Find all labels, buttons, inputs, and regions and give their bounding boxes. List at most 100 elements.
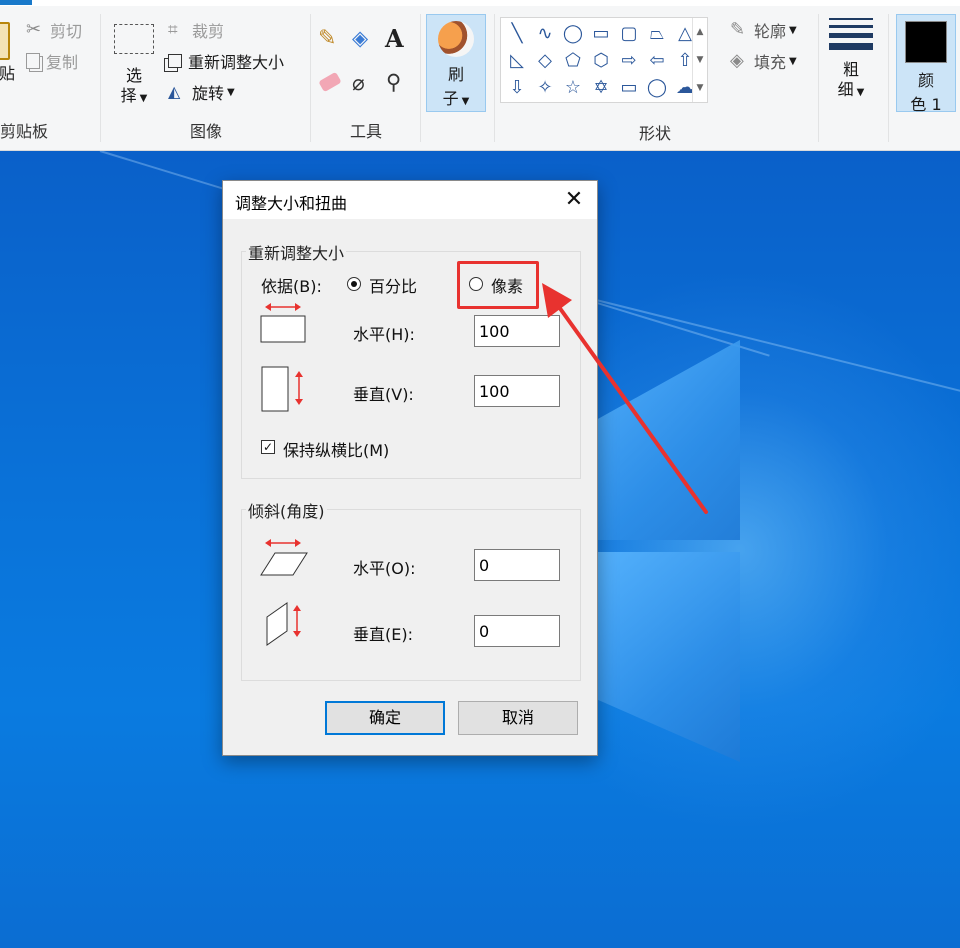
dropdown-arrow-icon: ▼ <box>789 55 797 67</box>
copy-label: 复制 <box>46 53 79 72</box>
annotation-highlight-box <box>457 261 539 309</box>
copy-button[interactable]: 复制 <box>26 49 78 73</box>
select-label-2: 择 <box>120 86 137 105</box>
expand-icon[interactable]: ▼ <box>693 74 707 102</box>
paste-button[interactable]: 贴 <box>0 22 16 84</box>
image-group-label: 图像 <box>189 122 222 141</box>
eraser-icon[interactable] <box>318 71 342 93</box>
size-label-1: 粗 <box>842 60 859 79</box>
color1-swatch <box>905 21 947 63</box>
skew-vertical-input[interactable] <box>474 615 560 647</box>
rotate-icon: ◭ <box>168 82 181 101</box>
magnifier-icon[interactable]: ⚲ <box>386 70 401 94</box>
image-group: 选 择 ▼ ⌗ 裁剪 重新调整大小 ◭ 旋转 ▼ 图像 <box>102 8 310 148</box>
pencil-icon[interactable]: ✎ <box>318 26 336 51</box>
resize-icon <box>168 54 182 68</box>
skew-horizontal-label: 水平(O): <box>353 559 416 578</box>
crop-label: 裁剪 <box>192 22 225 41</box>
clipboard-group-label: 剪贴板 <box>0 122 49 141</box>
percent-radio-option[interactable]: 百分比 <box>347 273 427 297</box>
shapes-gallery[interactable]: ╲ ∿ ◯ ▭ ▢ ⏢ △ ◺ ◇ ⬠ ⬡ ⇨ ⇦ ⇧ ⇩ ✧ ☆ ✡ ▭ ◯ … <box>500 17 708 103</box>
oval-shape-icon[interactable]: ◯ <box>559 20 587 47</box>
right-triangle-shape-icon[interactable]: ◺ <box>503 47 531 74</box>
hexagon-shape-icon[interactable]: ⬡ <box>587 47 615 74</box>
vertical-resize-icon <box>261 366 303 412</box>
crop-icon: ⌗ <box>168 20 178 40</box>
resize-label: 重新调整大小 <box>188 53 285 72</box>
polygon-shape-icon[interactable]: ⏢ <box>643 20 671 47</box>
color1-label-2: 色 1 <box>910 95 942 114</box>
left-arrow-shape-icon[interactable]: ⇦ <box>643 47 671 74</box>
rotate-label: 旋转 <box>192 84 225 103</box>
shapes-group-label: 形状 <box>638 124 671 143</box>
rounded-rectangle-shape-icon[interactable]: ▢ <box>615 20 643 47</box>
cancel-button[interactable]: 取消 <box>458 701 578 735</box>
dropdown-arrow-icon: ▼ <box>856 87 865 98</box>
dialog-titlebar[interactable]: 调整大小和扭曲 ✕ <box>223 181 597 219</box>
resize-vertical-input[interactable] <box>474 375 560 407</box>
color-picker-icon[interactable]: ⌀ <box>352 71 365 95</box>
horizontal-skew-icon <box>260 539 308 576</box>
shapes-scrollbar[interactable]: ▲ ▼ ▼ <box>692 18 707 102</box>
line-size-icon <box>829 18 873 50</box>
fill-bucket-icon[interactable]: ◈ <box>352 26 368 50</box>
resize-button[interactable]: 重新调整大小 <box>168 49 284 73</box>
tools-group: ✎ ◈ A ⌀ ⚲ 工具 <box>312 8 420 148</box>
resize-skew-dialog: 调整大小和扭曲 ✕ 重新调整大小 依据(B): 百分比 像素 水平(H): 垂直… <box>222 180 598 756</box>
resize-horizontal-input[interactable] <box>474 315 560 347</box>
pentagon-shape-icon[interactable]: ⬠ <box>559 47 587 74</box>
paste-icon <box>0 22 10 60</box>
vertical-skew-icon <box>266 602 301 646</box>
select-button[interactable]: 选 择 ▼ <box>112 24 156 109</box>
color1-button[interactable]: 颜 色 1 <box>896 14 956 114</box>
keep-ratio-label: 保持纵横比(M) <box>283 441 390 460</box>
outline-button[interactable]: ✎ 轮廓 ▼ <box>730 18 797 42</box>
text-tool-icon[interactable]: A <box>385 24 404 53</box>
fill-icon: ◈ <box>730 50 744 71</box>
brush-button[interactable]: 刷 子 ▼ <box>426 14 486 112</box>
resize-vertical-label: 垂直(V): <box>353 385 414 404</box>
select-label-1: 选 <box>125 66 142 85</box>
outline-label: 轮廓 <box>754 22 787 41</box>
copy-icon <box>26 53 40 69</box>
ribbon: 贴 ✂ 剪切 复制 剪贴板 选 择 ▼ ⌗ 裁剪 重新调整大小 ◭ 旋转 ▼ 图… <box>0 0 960 151</box>
five-point-star-shape-icon[interactable]: ☆ <box>559 74 587 101</box>
clipboard-group: 贴 ✂ 剪切 复制 剪贴板 <box>0 8 100 148</box>
group-divider <box>818 14 819 142</box>
keep-ratio-checkbox[interactable]: ✓ <box>261 440 275 454</box>
down-arrow-shape-icon[interactable]: ⇩ <box>503 74 531 101</box>
rotate-button[interactable]: ◭ 旋转 ▼ <box>168 80 235 104</box>
by-label: 依据(B): <box>261 277 322 296</box>
scroll-up-icon[interactable]: ▲ <box>693 18 707 46</box>
select-icon <box>114 24 154 54</box>
group-divider <box>420 14 421 142</box>
four-point-star-shape-icon[interactable]: ✧ <box>531 74 559 101</box>
six-point-star-shape-icon[interactable]: ✡ <box>587 74 615 101</box>
right-arrow-shape-icon[interactable]: ⇨ <box>615 47 643 74</box>
percent-radio[interactable] <box>347 277 361 291</box>
tools-group-label: 工具 <box>349 122 382 141</box>
curve-shape-icon[interactable]: ∿ <box>531 20 559 47</box>
line-shape-icon[interactable]: ╲ <box>503 20 531 47</box>
scroll-down-icon[interactable]: ▼ <box>693 46 707 74</box>
resize-horizontal-label: 水平(H): <box>353 325 415 344</box>
tab-strip <box>0 0 960 6</box>
file-tab[interactable] <box>0 0 32 5</box>
ok-button[interactable]: 确定 <box>325 701 445 735</box>
keep-ratio-option[interactable]: ✓ 保持纵横比(M) <box>261 437 421 460</box>
crop-button[interactable]: ⌗ 裁剪 <box>168 18 224 42</box>
horizontal-resize-icon <box>260 303 306 343</box>
rect-callout-shape-icon[interactable]: ▭ <box>615 74 643 101</box>
diamond-shape-icon[interactable]: ◇ <box>531 47 559 74</box>
brush-label-2: 子 <box>442 89 459 108</box>
fill-button[interactable]: ◈ 填充 ▼ <box>730 49 797 73</box>
scissors-icon: ✂ <box>26 19 42 40</box>
cut-button[interactable]: ✂ 剪切 <box>26 18 82 42</box>
size-button[interactable]: 粗 细 ▼ <box>826 18 876 103</box>
skew-legend: 倾斜(角度) <box>246 498 327 522</box>
skew-horizontal-input[interactable] <box>474 549 560 581</box>
brush-icon <box>438 21 474 57</box>
close-icon[interactable]: ✕ <box>559 185 589 215</box>
oval-callout-shape-icon[interactable]: ◯ <box>643 74 671 101</box>
rectangle-shape-icon[interactable]: ▭ <box>587 20 615 47</box>
